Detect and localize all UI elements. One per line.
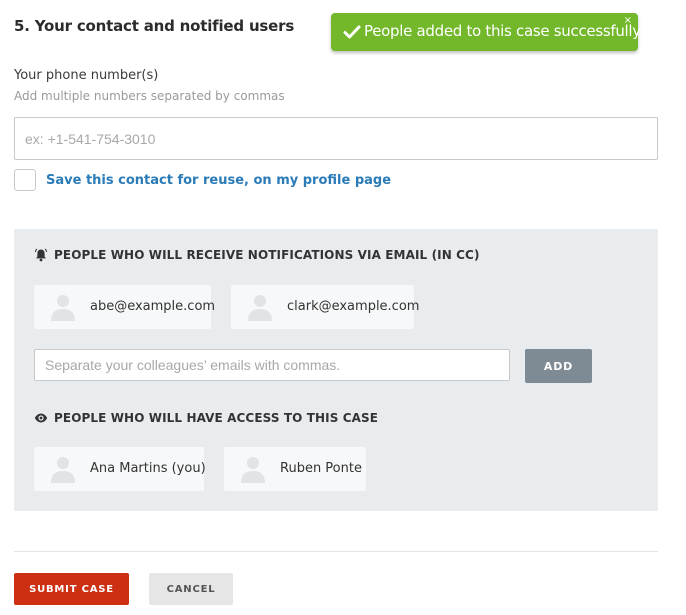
access-person-name: Ruben Ponte: [280, 461, 362, 476]
avatar-icon: [241, 457, 265, 483]
toast-close-icon[interactable]: ×: [624, 16, 632, 26]
email-person-chip: abe@example.com: [34, 285, 215, 329]
avatar-icon: [248, 295, 272, 321]
email-person-name: abe@example.com: [90, 299, 216, 314]
phone-label: Your phone number(s): [14, 68, 159, 83]
save-contact-label[interactable]: Save this contact for reuse, on my profi…: [46, 173, 391, 188]
section-title: 5. Your contact and notified users: [14, 17, 295, 35]
toast-message: People added to this case successfully.: [364, 22, 644, 40]
access-person-chip: Ruben Ponte: [224, 447, 366, 491]
notified-users-panel: PEOPLE WHO WILL RECEIVE NOTIFICATIONS VI…: [14, 229, 658, 511]
eye-icon: [34, 413, 48, 423]
bell-icon: [35, 248, 47, 262]
access-person-name: Ana Martins (you): [90, 461, 206, 476]
phone-input[interactable]: [14, 117, 658, 160]
check-icon: [343, 25, 361, 39]
save-contact-checkbox[interactable]: [14, 169, 36, 191]
submit-case-button[interactable]: SUBMIT CASE: [14, 573, 129, 605]
email-person-name: clark@example.com: [287, 299, 420, 314]
cancel-button[interactable]: CANCEL: [149, 573, 233, 605]
access-person-chip: Ana Martins (you): [34, 447, 206, 491]
access-heading-text: PEOPLE WHO WILL HAVE ACCESS TO THIS CASE: [54, 411, 379, 425]
avatar-icon: [51, 457, 75, 483]
success-toast: People added to this case successfully. …: [331, 13, 643, 51]
email-person-chip: clark@example.com: [231, 285, 419, 329]
phone-hint: Add multiple numbers separated by commas: [14, 89, 285, 103]
add-button[interactable]: ADD: [525, 349, 592, 383]
email-heading-text: PEOPLE WHO WILL RECEIVE NOTIFICATIONS VI…: [54, 248, 480, 262]
avatar-icon: [51, 295, 75, 321]
colleague-emails-input[interactable]: [34, 349, 510, 381]
divider: [14, 551, 658, 552]
